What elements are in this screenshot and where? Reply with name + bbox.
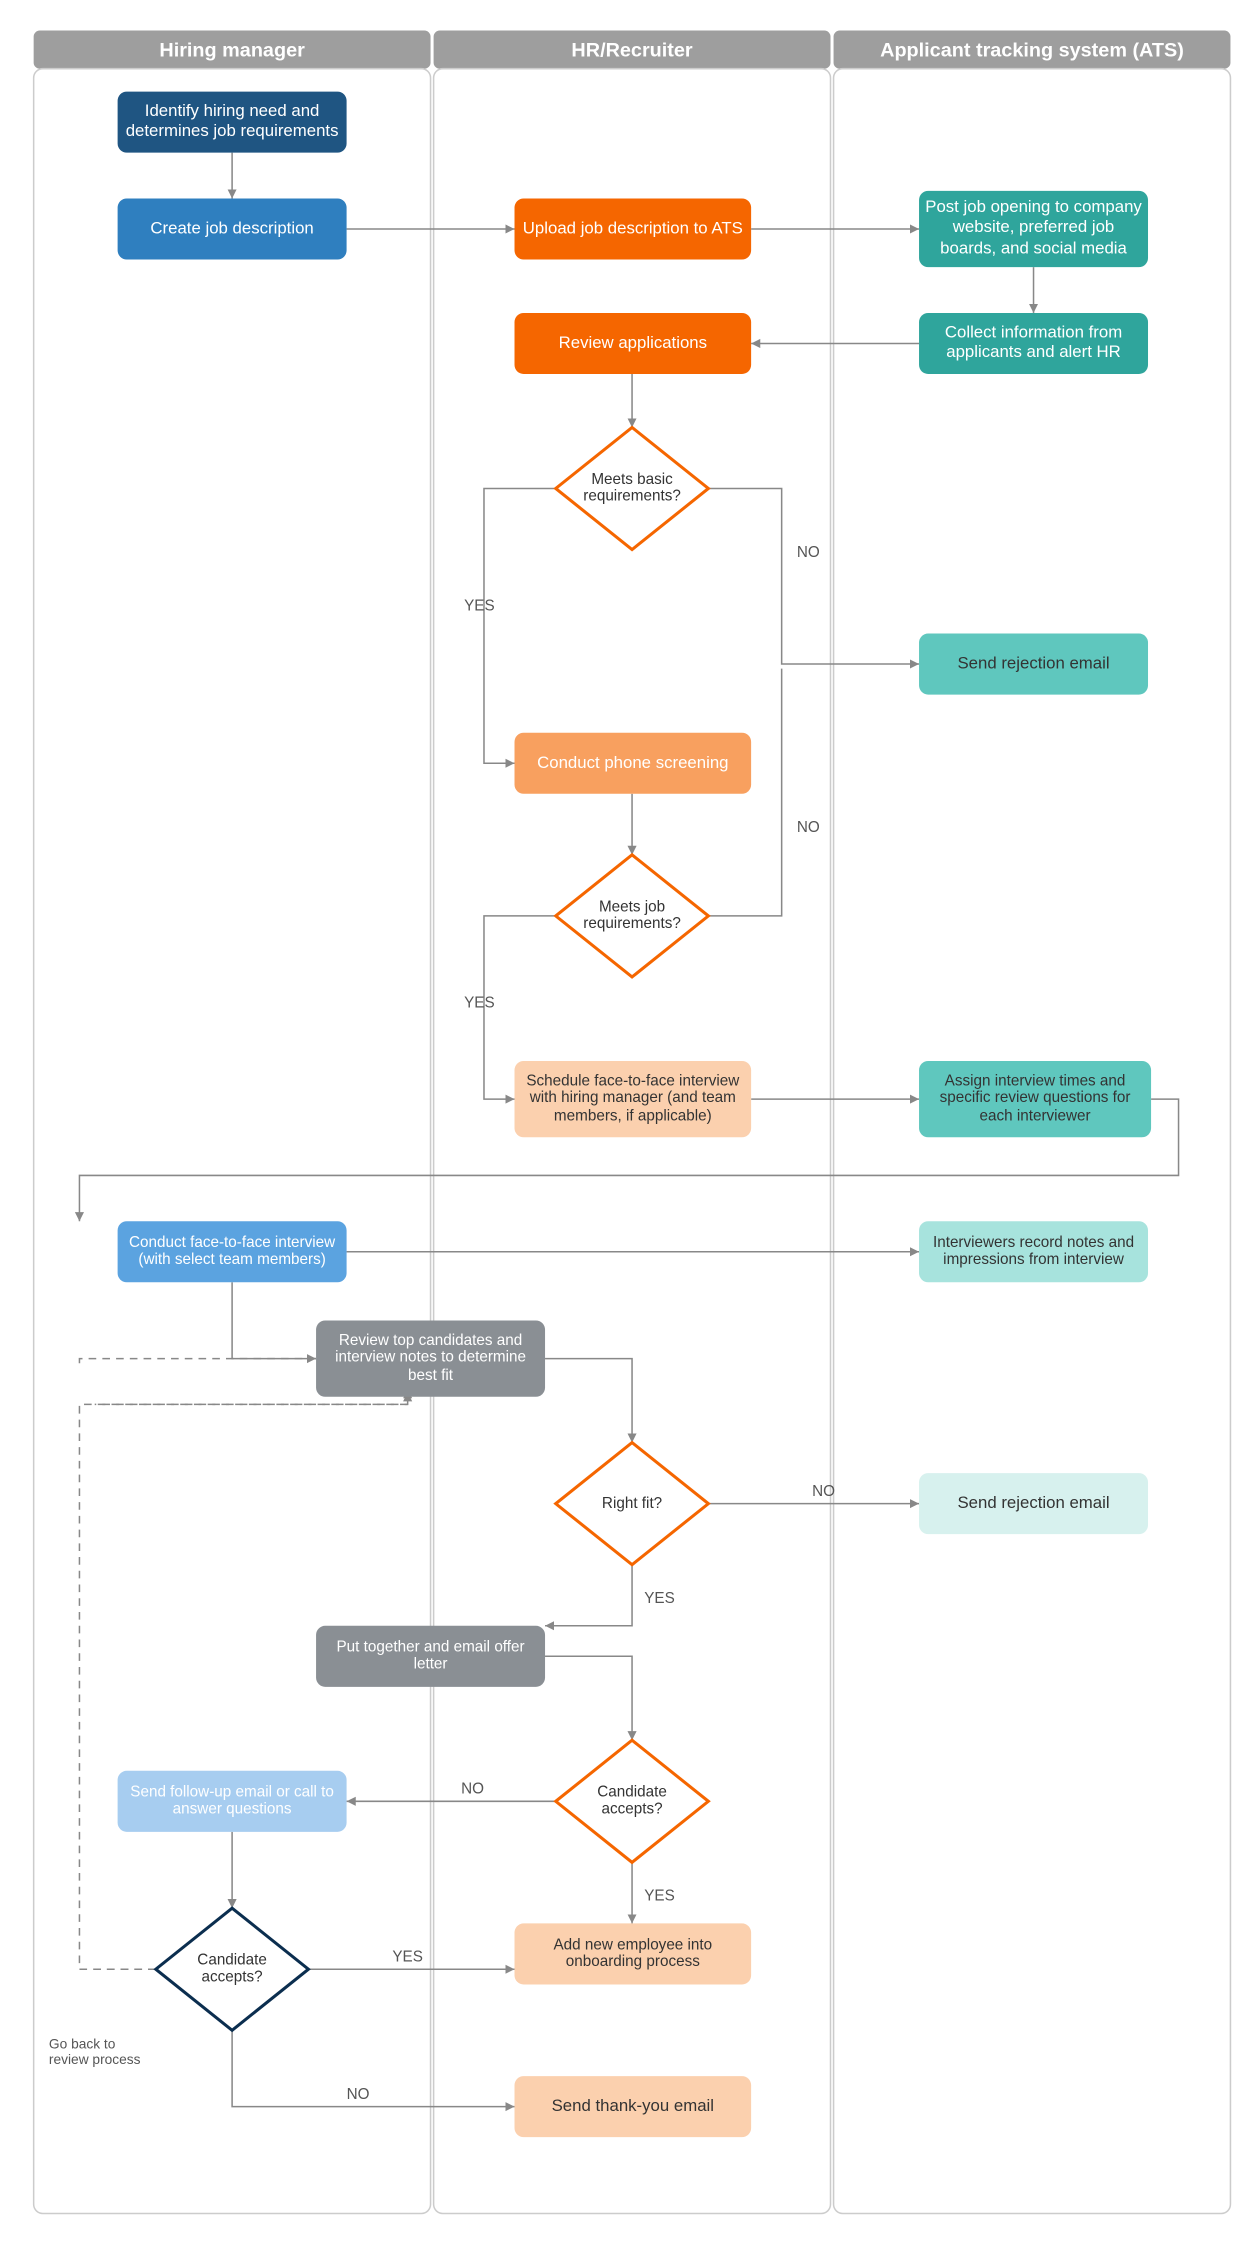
label-no-accept1: NO bbox=[461, 1781, 484, 1798]
node-send-reject-2: Send rejection email bbox=[919, 1473, 1148, 1534]
node-candidate-accepts-1: Candidate accepts? bbox=[556, 1740, 709, 1862]
node-upload-jd: Upload job description to ATS bbox=[515, 198, 752, 259]
node-schedule-f2f: Schedule face-to-face interview with hir… bbox=[515, 1061, 752, 1137]
node-assign-times: Assign interview times and specific revi… bbox=[919, 1061, 1151, 1137]
label-yes-accept1: YES bbox=[644, 1888, 675, 1905]
label-yes-accept2: YES bbox=[392, 1949, 423, 1966]
node-record-notes: Interviewers record notes and impression… bbox=[919, 1221, 1148, 1282]
lane-ats-label: Applicant tracking system (ATS) bbox=[880, 39, 1184, 61]
lane-hr-label: HR/Recruiter bbox=[571, 39, 692, 61]
node-collect-info: Collect information from applicants and … bbox=[919, 313, 1148, 374]
node-candidate-accepts-2: Candidate accepts? bbox=[156, 1908, 309, 2030]
node-review-apps: Review applications bbox=[515, 313, 752, 374]
nodes: Identify hiring need and determines job … bbox=[49, 92, 1151, 2138]
label-yes-job: YES bbox=[464, 995, 495, 1012]
node-create-jd: Create job description bbox=[118, 198, 347, 259]
node-offer-letter: Put together and email offer letter bbox=[316, 1626, 545, 1687]
node-phone-screen: Conduct phone screening bbox=[515, 733, 752, 794]
node-meets-job: Meets job requirements? bbox=[556, 855, 709, 977]
node-thank-you: Send thank-you email bbox=[515, 2076, 752, 2137]
label-go-back: Go back to review process bbox=[49, 2038, 156, 2084]
label-no-accept2: NO bbox=[347, 2086, 370, 2103]
node-identify: Identify hiring need and determines job … bbox=[118, 92, 347, 153]
node-review-top: Review top candidates and interview note… bbox=[316, 1320, 545, 1396]
lane-hiring-label: Hiring manager bbox=[159, 39, 305, 61]
node-right-fit: Right fit? bbox=[556, 1443, 709, 1565]
label-no-basic: NO bbox=[797, 544, 820, 561]
flowchart: Hiring manager HR/Recruiter Applicant tr… bbox=[0, 0, 1258, 2244]
node-send-reject-1: Send rejection email bbox=[919, 634, 1148, 695]
node-follow-up: Send follow-up email or call to answer q… bbox=[118, 1771, 347, 1832]
node-onboard: Add new employee into onboarding process bbox=[515, 1923, 752, 1984]
node-post-job: Post job opening to company website, pre… bbox=[919, 191, 1148, 267]
label-no-job: NO bbox=[797, 819, 820, 836]
label-yes-fit: YES bbox=[644, 1590, 675, 1607]
node-meets-basic: Meets basic requirements? bbox=[556, 427, 709, 549]
label-yes-basic: YES bbox=[464, 598, 495, 615]
node-conduct-f2f: Conduct face-to-face interview (with sel… bbox=[118, 1221, 347, 1282]
label-no-fit: NO bbox=[812, 1483, 835, 1500]
